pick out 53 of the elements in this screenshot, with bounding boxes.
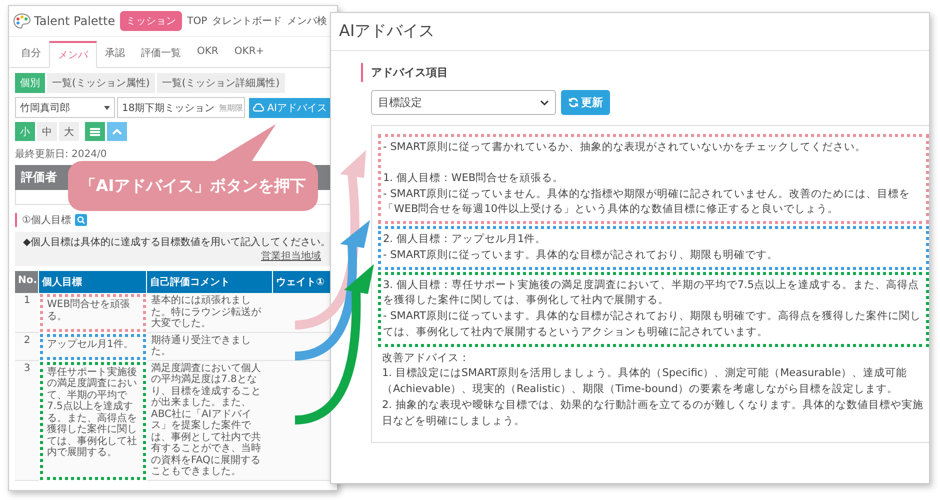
refresh-icon xyxy=(568,97,579,108)
advice-text: - SMART原則に従って書かれているか、抽象的な表現がされていないかをチェックしてください。 xyxy=(383,140,867,155)
column-header: 自己評価コメント xyxy=(147,271,273,293)
advice-text: 1. 目標設定にはSMART原則を活用しましょう。具体的（Specific）、測定可能（Measurable）、達成可能（Achievable）、現実的（Realistic）、期限（Time-bound）の要素を考慮しながら目標を設定します。 xyxy=(382,366,908,397)
advice-text: 3. 個人目標：専任サポート実施後の満足度調査において、半期の平均で7.5点以上を達成する。また、高得点を獲得した案件に関しては、事例化して社内で展開する。 xyxy=(383,278,920,308)
advice-text: 改善アドバイス： xyxy=(382,350,471,366)
tab[interactable]: 評価一覧 xyxy=(133,41,189,67)
tab[interactable]: OKR xyxy=(189,41,226,67)
advice-text: 1. 個人目標：WEB問合せを頑張る。 xyxy=(383,170,565,186)
nav-link[interactable]: メンバ検 xyxy=(287,14,328,28)
last-updated-label: 最終更新日: 2024/0 xyxy=(14,148,108,161)
table-cell: 2 xyxy=(15,332,39,360)
table-cell: 期待通り受注できました。 xyxy=(147,332,273,360)
member-select[interactable]: 竹岡真司郎 xyxy=(15,97,115,118)
table-cell: WEB問合せを頑張る。 xyxy=(40,294,146,332)
app-logo: Talent Palette xyxy=(34,14,116,28)
view-toggle[interactable]: 一覧(ミッション詳細属性) xyxy=(156,73,285,93)
column-header: 個人目標 xyxy=(39,271,147,293)
advice-text: - SMART原則に従っています。具体的な目標が記されており、期限も明確です。高得点を獲得した案件に関しては、事例化して社内で展開するというアクションも明確に記されています。 xyxy=(383,309,922,340)
table-cell: 基本的には頑張れました。特にラウンジ転送が大変でした。 xyxy=(147,293,273,332)
section-title: ①個人目標 xyxy=(22,214,71,227)
search-icon[interactable] xyxy=(74,214,87,226)
table-cell: 満足度調査において個人の平均満足度は7.8となり、目標を達成することが出来ました。また、ABC社に「AIアドバイス」を提案した案件では、事例として社内で共有することができ、当時の資料をFAQに展開することもできました。 xyxy=(147,360,273,480)
advice-text: - SMART原則に従っています。具体的な目標が記されており、期限も明確です。 xyxy=(383,248,779,263)
list-icon xyxy=(90,128,100,136)
palette-icon xyxy=(13,13,31,29)
chevron-down-icon xyxy=(540,100,549,106)
section-label: アドバイス項目 xyxy=(361,63,929,82)
advice-text: 2. 抽象的な表現や曖昧な目標では、効果的な行動計画を立てるのが難しくなります。具体的な数値目標や実施日などを明確にしましょう。 xyxy=(382,398,924,428)
dropdown-icon xyxy=(104,106,110,110)
mission-select[interactable]: 18期下期ミッション 無期限 xyxy=(117,97,245,118)
list-view-button[interactable] xyxy=(85,122,105,141)
table-cell: 1 xyxy=(15,293,39,332)
table-cell: 3 xyxy=(15,360,39,480)
tab[interactable]: 承認 xyxy=(97,41,133,67)
view-toggle[interactable]: 一覧(ミッション属性) xyxy=(47,73,155,93)
advice-select[interactable]: 目標設定 xyxy=(371,90,556,115)
table-cell: アップセル月1件。 xyxy=(40,334,146,360)
tab[interactable]: OKR+ xyxy=(226,41,272,67)
advice-text: - SMART原則に従っていません。具体的な指標や期限が明確に記されていません。改善のためには、目標を「WEB問合せを毎週10件以上受ける」という具体的な数値目標に修正すると良いでしょう。 xyxy=(383,186,911,218)
chevron-up-icon xyxy=(112,128,122,134)
nav-link[interactable]: TOP xyxy=(187,16,208,26)
size-toggle[interactable]: 中 xyxy=(37,122,57,141)
note-link[interactable]: 営業担当地域 xyxy=(261,249,321,263)
collapse-button[interactable] xyxy=(107,122,127,141)
nav-link[interactable]: タレントボード xyxy=(212,14,282,28)
column-header: No. xyxy=(15,271,39,293)
table-cell: 専任サポート実施後の満足度調査において、半期の平均で7.5点以上を達成する。また、高得点を獲得した案件に関しては、事例化して社内で展開する。 xyxy=(40,362,146,480)
dialog-title: AIアドバイス xyxy=(331,13,929,51)
advice-text: 2. 個人目標：アップセル月1件。 xyxy=(383,232,548,247)
tab[interactable]: 自分 xyxy=(13,41,49,67)
size-toggle[interactable]: 大 xyxy=(59,122,79,141)
note-text: ◆個人目標は具体的に達成する目標数値を用いて記入してください。 xyxy=(23,236,331,249)
